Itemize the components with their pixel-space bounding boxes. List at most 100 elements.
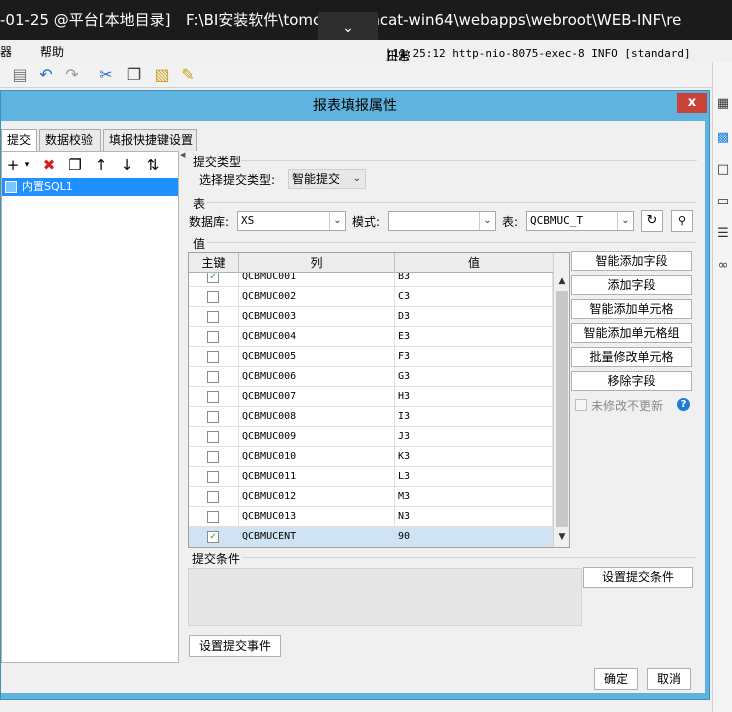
value-cell[interactable]: I3 [395,407,553,427]
redo-icon[interactable]: ↷ [62,65,82,85]
table-row[interactable]: QCBMUC002 C3 [189,287,553,307]
value-cell[interactable]: G3 [395,367,553,387]
menu-item-tools[interactable]: 器 [0,43,12,60]
chevron-down-icon[interactable]: ⌄ [617,212,633,230]
column-cell[interactable]: QCBMUC002 [239,287,395,307]
table-row[interactable]: QCBMUC009 J3 [189,427,553,447]
value-cell[interactable]: H3 [395,387,553,407]
batch-modify-cells-button[interactable]: 批量修改单元格 [571,347,692,367]
checkbox[interactable] [207,311,219,323]
add-dropdown-icon[interactable]: ▾ [18,156,36,174]
sql-list-item[interactable]: 内置SQL1 [2,178,178,196]
table-row[interactable]: QCBMUC004 E3 [189,327,553,347]
checkbox[interactable] [207,451,219,463]
value-cell[interactable]: F3 [395,347,553,367]
ok-button[interactable]: 确定 [594,668,638,690]
column-cell[interactable]: QCBMUCENT [239,527,395,547]
column-cell[interactable]: QCBMUC003 [239,307,395,327]
value-cell[interactable]: 90 [395,527,553,547]
checkbox[interactable] [207,331,219,343]
value-cell[interactable]: L3 [395,467,553,487]
link-icon[interactable]: ∞ [715,258,731,274]
table-row[interactable]: QCBMUC012 M3 [189,487,553,507]
checkbox[interactable] [207,351,219,363]
table-row[interactable]: QCBMUC013 N3 [189,507,553,527]
menu-item-help[interactable]: 帮助 [40,43,64,60]
table-row[interactable]: QCBMUC008 I3 [189,407,553,427]
refresh-icon[interactable]: ↻ [641,210,663,232]
table-row[interactable]: QCBMUC010 K3 [189,447,553,467]
value-cell[interactable]: E3 [395,327,553,347]
database-select[interactable]: XS ⌄ [237,211,346,231]
checkbox[interactable] [207,391,219,403]
cancel-button[interactable]: 取消 [647,668,691,690]
unmodified-no-update-checkbox[interactable] [575,399,587,411]
list-icon[interactable]: ☰ [715,226,731,242]
save-icon[interactable]: ▤ [10,65,30,85]
table-row[interactable]: QCBMUC006 G3 [189,367,553,387]
column-cell[interactable]: QCBMUC004 [239,327,395,347]
set-submit-condition-button[interactable]: 设置提交条件 [583,567,693,588]
column-cell[interactable]: QCBMUC006 [239,367,395,387]
table-row[interactable]: QCBMUC003 D3 [189,307,553,327]
form-icon[interactable]: ▭ [715,194,731,210]
frame-icon[interactable]: □ [715,162,731,178]
remove-field-button[interactable]: 移除字段 [571,371,692,391]
move-up-icon[interactable]: ↑ [92,156,110,174]
add-field-button[interactable]: 添加字段 [571,275,692,295]
preview-table-icon[interactable]: ⚲ [671,210,693,232]
set-submit-event-button[interactable]: 设置提交事件 [189,635,281,657]
value-cell[interactable]: D3 [395,307,553,327]
scroll-up-icon[interactable]: ▲ [554,273,569,289]
delete-icon[interactable]: ✖ [40,156,58,174]
checkbox[interactable] [207,431,219,443]
checkbox[interactable] [207,291,219,303]
value-cell[interactable]: K3 [395,447,553,467]
column-header-primary-key[interactable]: 主键 [189,253,239,273]
chevron-down-icon[interactable]: ⌄ [318,12,378,40]
sort-icon[interactable]: ⇅ [144,156,162,174]
column-cell[interactable]: QCBMUC013 [239,507,395,527]
value-cell[interactable]: J3 [395,427,553,447]
column-cell[interactable]: QCBMUC011 [239,467,395,487]
cut-icon[interactable]: ✂ [96,65,116,85]
smart-add-field-button[interactable]: 智能添加字段 [571,251,692,271]
chevron-down-icon[interactable]: ⌄ [349,170,365,188]
checkbox[interactable] [207,411,219,423]
column-cell[interactable]: QCBMUC008 [239,407,395,427]
value-cell[interactable]: N3 [395,507,553,527]
scroll-thumb[interactable] [556,291,568,527]
checkbox[interactable] [207,371,219,383]
checkbox[interactable] [207,511,219,523]
table-row[interactable]: QCBMUC007 H3 [189,387,553,407]
undo-icon[interactable]: ↶ [36,65,56,85]
splitter-grip-icon[interactable]: ◀ [180,151,185,159]
checkbox-checked[interactable]: ✓ [207,531,219,543]
grid-icon[interactable]: ▦ [715,96,731,112]
widget-icon[interactable]: ▩ [715,130,731,146]
checkbox[interactable] [207,471,219,483]
checkbox[interactable] [207,491,219,503]
table-row[interactable]: QCBMUC005 F3 [189,347,553,367]
copy-item-icon[interactable]: ❐ [66,156,84,174]
chevron-down-icon[interactable]: ⌄ [479,212,495,230]
tab-data-validation[interactable]: 数据校验 [39,129,101,151]
smart-add-cell-button[interactable]: 智能添加单元格 [571,299,692,319]
panel-splitter[interactable]: ◀ [179,151,185,663]
column-cell[interactable]: QCBMUC007 [239,387,395,407]
submit-type-select[interactable]: 智能提交 ⌄ [288,169,366,189]
column-header-column[interactable]: 列 [239,253,395,273]
move-down-icon[interactable]: ↓ [118,156,136,174]
column-cell[interactable]: QCBMUC010 [239,447,395,467]
chevron-down-icon[interactable]: ⌄ [329,212,345,230]
paste-icon[interactable]: ▧ [152,65,172,85]
help-icon[interactable]: ? [677,398,690,411]
tab-submit[interactable]: 提交 [1,129,37,152]
copy-icon[interactable]: ❐ [124,65,144,85]
value-cell[interactable]: C3 [395,287,553,307]
grid-scrollbar[interactable]: ▲ ▼ [553,253,569,547]
value-cell[interactable]: M3 [395,487,553,507]
table-row[interactable]: ✓ QCBMUCENT 90 [189,527,553,547]
format-brush-icon[interactable]: ✎ [178,65,198,85]
dialog-close-button[interactable]: x [677,93,707,113]
